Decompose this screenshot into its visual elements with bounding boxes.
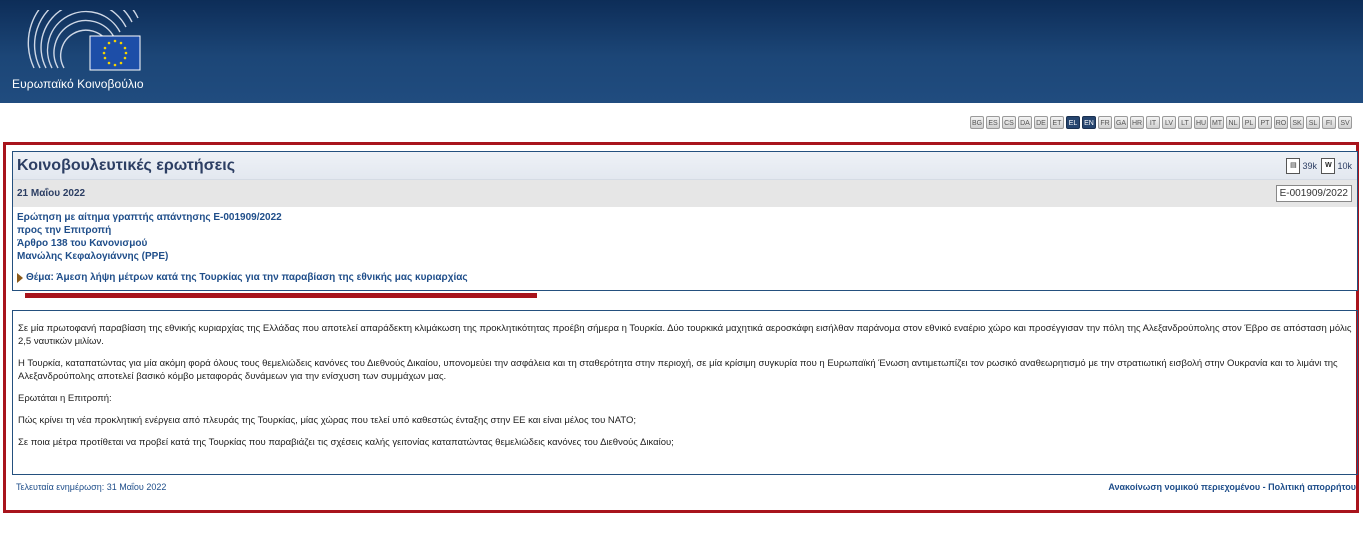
- language-button-hu[interactable]: HU: [1194, 116, 1208, 129]
- question-body: Σε μία πρωτοφανή παραβίαση της εθνικής κ…: [12, 310, 1358, 475]
- language-button-bg[interactable]: BG: [970, 116, 984, 129]
- subject-underline: [25, 293, 537, 298]
- language-button-ga[interactable]: GA: [1114, 116, 1128, 129]
- language-button-de[interactable]: DE: [1034, 116, 1048, 129]
- header-banner: Ευρωπαϊκό Κοινοβούλιο: [0, 0, 1363, 103]
- date-row: 21 Μαΐου 2022 E-001909/2022: [13, 180, 1357, 207]
- language-button-da[interactable]: DA: [1018, 116, 1032, 129]
- question-addressee: προς την Επιτροπή: [17, 225, 112, 236]
- pdf-size: 39k: [1302, 161, 1317, 171]
- last-update: Τελευταία ενημέρωση: 31 Μαΐου 2022: [16, 482, 167, 492]
- language-button-mt[interactable]: MT: [1210, 116, 1224, 129]
- language-button-nl[interactable]: NL: [1226, 116, 1240, 129]
- institution-name: Ευρωπαϊκό Κοινοβούλιο: [12, 77, 144, 91]
- footer: Τελευταία ενημέρωση: 31 Μαΐου 2022 Ανακο…: [12, 480, 1358, 496]
- language-button-pt[interactable]: PT: [1258, 116, 1272, 129]
- language-button-ro[interactable]: RO: [1274, 116, 1288, 129]
- question-subject: Θέμα: Άμεση λήψη μέτρων κατά της Τουρκία…: [17, 271, 1353, 284]
- question-frame: Κοινοβουλευτικές ερωτήσεις ▤ 39k W 10k 2…: [3, 142, 1359, 513]
- language-button-en[interactable]: EN: [1082, 116, 1096, 129]
- language-button-el[interactable]: EL: [1066, 116, 1080, 129]
- language-button-it[interactable]: IT: [1146, 116, 1160, 129]
- language-button-sv[interactable]: SV: [1338, 116, 1352, 129]
- pdf-icon: ▤: [1286, 158, 1301, 174]
- pdf-download[interactable]: ▤ 39k: [1286, 158, 1317, 174]
- page-title: Κοινοβουλευτικές ερωτήσεις: [17, 157, 236, 174]
- language-button-lt[interactable]: LT: [1178, 116, 1192, 129]
- language-button-hr[interactable]: HR: [1130, 116, 1144, 129]
- language-button-sl[interactable]: SL: [1306, 116, 1320, 129]
- triangle-bullet-icon: [17, 272, 23, 283]
- subject-text: Θέμα: Άμεση λήψη μέτρων κατά της Τουρκία…: [26, 272, 468, 283]
- language-button-sk[interactable]: SK: [1290, 116, 1304, 129]
- language-button-fr[interactable]: FR: [1098, 116, 1112, 129]
- question-info: Ερώτηση με αίτημα γραπτής απάντησης E-00…: [13, 207, 1357, 288]
- word-doc-icon: W: [1321, 158, 1336, 174]
- title-row: Κοινοβουλευτικές ερωτήσεις ▤ 39k W 10k: [13, 152, 1357, 180]
- legal-links[interactable]: Ανακοίνωση νομικού περιεχομένου - Πολιτι…: [1108, 482, 1356, 492]
- body-paragraph: Σε μία πρωτοφανή παραβίαση της εθνικής κ…: [18, 323, 1352, 347]
- language-button-et[interactable]: ET: [1050, 116, 1064, 129]
- reference-badge: E-001909/2022: [1275, 185, 1352, 202]
- language-button-fi[interactable]: FI: [1322, 116, 1336, 129]
- question-author: Μανώλης Κεφαλογιάννης (PPE): [17, 251, 169, 262]
- word-size: 10k: [1337, 161, 1352, 171]
- language-button-es[interactable]: ES: [986, 116, 1000, 129]
- question-rule: Άρθρο 138 του Κανονισμού: [17, 238, 148, 249]
- body-paragraph: Η Τουρκία, καταπατώντας για μία ακόμη φο…: [18, 358, 1338, 382]
- language-button-cs[interactable]: CS: [1002, 116, 1016, 129]
- body-paragraph: Σε ποια μέτρα προτίθεται να προβεί κατά …: [18, 437, 674, 448]
- question-date: 21 Μαΐου 2022: [17, 188, 86, 199]
- language-button-lv[interactable]: LV: [1162, 116, 1176, 129]
- body-paragraph: Πώς κρίνει τη νέα προκλητική ενέργεια απ…: [18, 415, 637, 426]
- language-selector: BG ES CS DA DE ET EL EN FR GA HR IT LV LT HU MT NL PL PT RO…: [970, 116, 1352, 129]
- language-button-pl[interactable]: PL: [1242, 116, 1256, 129]
- body-paragraph: Ερωτάται η Επιτροπή:: [18, 393, 112, 404]
- question-header: Κοινοβουλευτικές ερωτήσεις ▤ 39k W 10k 2…: [12, 151, 1358, 291]
- question-type: Ερώτηση με αίτημα γραπτής απάντησης E-00…: [17, 212, 282, 223]
- word-download[interactable]: W 10k: [1321, 158, 1352, 174]
- european-parliament-logo[interactable]: [26, 10, 146, 74]
